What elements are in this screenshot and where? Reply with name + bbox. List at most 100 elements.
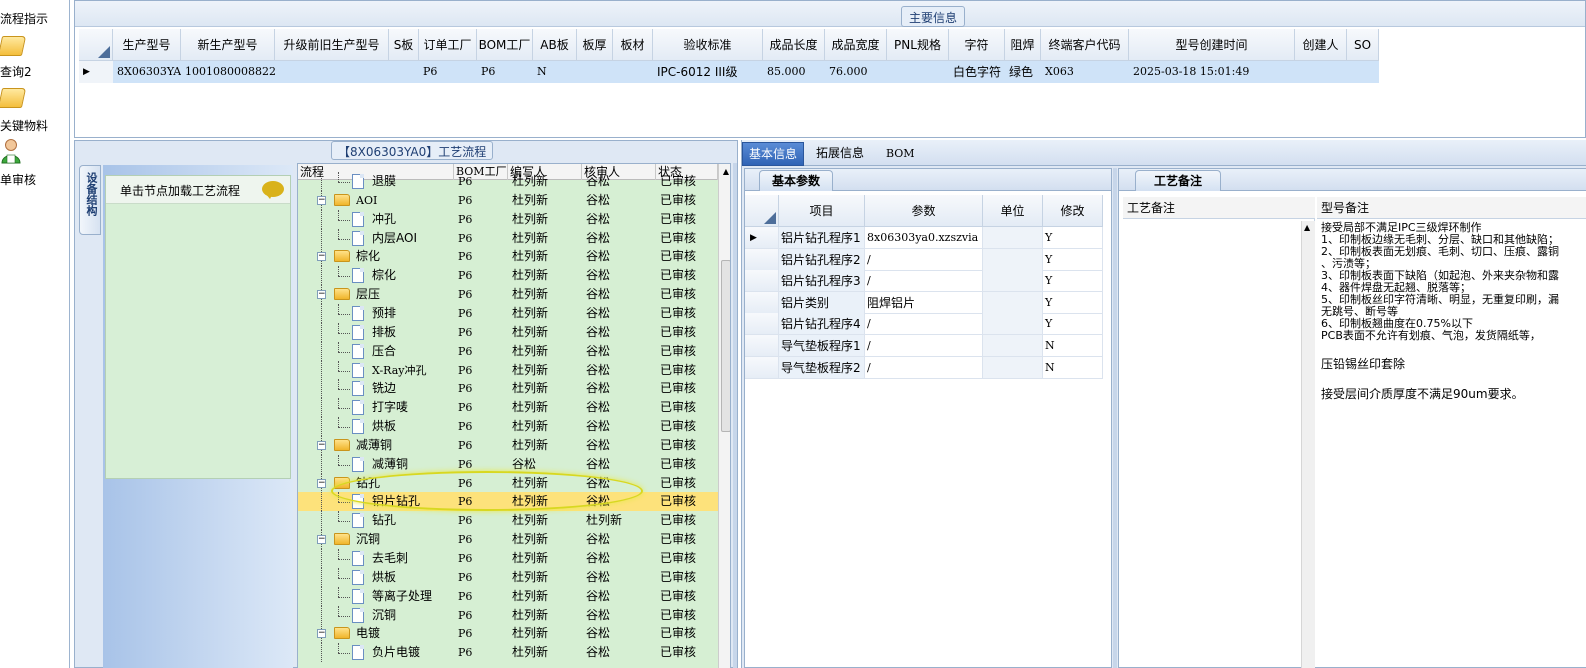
grid-cell[interactable] xyxy=(1295,61,1347,83)
tree-scrollbar[interactable]: ▲ xyxy=(718,164,730,668)
grid-cell[interactable]: 76.000 xyxy=(825,61,887,83)
grid-cell[interactable]: 绿色 xyxy=(1005,61,1041,83)
param-value[interactable]: / xyxy=(865,270,983,293)
param-item[interactable]: 铝片钻孔程序2 xyxy=(779,248,865,271)
tab-bom[interactable]: BOM xyxy=(880,142,921,166)
column-header[interactable]: PNL规格 xyxy=(887,29,949,61)
details-splitter[interactable] xyxy=(1113,168,1117,668)
param-unit[interactable] xyxy=(983,270,1043,293)
column-header[interactable]: 成品宽度 xyxy=(825,29,887,61)
tab-basic-info[interactable]: 基本信息 xyxy=(742,142,805,166)
tree-row[interactable]: 等离子处理 P6 杜列新 谷松 已审核 xyxy=(298,586,718,606)
grid-cell[interactable]: X063 xyxy=(1041,61,1129,83)
tree-row[interactable]: 沉铜 P6 杜列新 谷松 已审核 xyxy=(298,605,718,625)
param-item[interactable]: 铝片类别 xyxy=(779,291,865,314)
tab-extended-info[interactable]: 拓展信息 xyxy=(810,142,870,166)
column-header[interactable]: 终端客户代码 xyxy=(1041,29,1129,61)
tree-row[interactable]: 棕化 P6 杜列新 谷松 已审核 xyxy=(298,266,718,286)
param-item[interactable]: 铝片钻孔程序4 xyxy=(779,313,865,336)
param-unit[interactable] xyxy=(983,291,1043,314)
column-header[interactable]: S板 xyxy=(389,29,419,61)
grid-cell[interactable]: IPC-6012 III级 xyxy=(653,61,763,83)
param-unit[interactable] xyxy=(983,227,1043,249)
column-header[interactable]: 创建人 xyxy=(1295,29,1347,61)
param-row[interactable]: 导气垫板程序2/ N xyxy=(745,356,1111,379)
tree-row[interactable]: 排板 P6 杜列新 谷松 已审核 xyxy=(298,322,718,342)
param-unit[interactable] xyxy=(983,313,1043,336)
scroll-up-icon[interactable]: ▲ xyxy=(721,166,730,178)
column-header[interactable]: 板厚 xyxy=(577,29,613,61)
param-edit[interactable]: Y xyxy=(1043,248,1103,271)
param-value[interactable]: / xyxy=(865,248,983,271)
tree-row[interactable]: − 层压 P6 杜列新 谷松 已审核 xyxy=(298,285,718,305)
column-header[interactable]: 生产型号 xyxy=(113,29,181,61)
param-column-header[interactable]: 单位 xyxy=(983,195,1043,227)
collapse-icon[interactable]: − xyxy=(317,535,326,545)
tree-row[interactable]: 去毛刺 P6 杜列新 谷松 已审核 xyxy=(298,549,718,568)
tree-row[interactable]: − 棕化 P6 杜列新 谷松 已审核 xyxy=(298,247,718,267)
grid-cell[interactable]: 10010800088223 xyxy=(181,61,275,83)
column-header[interactable]: SO xyxy=(1347,29,1379,61)
param-row[interactable]: 导气垫板程序1/ N xyxy=(745,335,1111,357)
param-column-header[interactable]: 参数 xyxy=(865,195,983,227)
param-item[interactable]: 导气垫板程序1 xyxy=(779,335,865,357)
nav-item-flow-guide[interactable]: 流程指示 xyxy=(0,0,69,28)
param-unit[interactable] xyxy=(983,248,1043,271)
tree-row[interactable]: − AOI P6 杜列新 谷松 已审核 xyxy=(298,190,718,210)
column-header[interactable]: 成品长度 xyxy=(763,29,825,61)
column-header[interactable]: 板材 xyxy=(613,29,653,61)
param-row[interactable]: ▶ 铝片钻孔程序1 8x06303ya0.xzszvia Y xyxy=(745,227,1111,249)
tree-row[interactable]: 打字唛 P6 杜列新 谷松 已审核 xyxy=(298,398,718,418)
param-edit[interactable]: Y xyxy=(1043,227,1103,249)
param-value[interactable]: 阻焊铝片 xyxy=(865,291,983,314)
grid-cell[interactable]: N xyxy=(533,61,577,83)
column-header[interactable]: 字符 xyxy=(949,29,1005,61)
param-value[interactable]: / xyxy=(865,335,983,357)
nav-item-order-review[interactable]: 单审核 xyxy=(0,138,69,187)
param-edit[interactable]: Y xyxy=(1043,270,1103,293)
param-value[interactable]: / xyxy=(865,313,983,336)
tab-basic-params[interactable]: 基本参数 xyxy=(759,170,834,191)
notes-scrollbar[interactable]: ▲ xyxy=(1301,221,1315,668)
param-edit[interactable]: Y xyxy=(1043,313,1103,336)
param-edit[interactable]: N xyxy=(1043,335,1103,357)
tab-process-notes[interactable]: 工艺备注 xyxy=(1135,170,1222,191)
grid-cell[interactable]: 2025-03-18 15:01:49 xyxy=(1129,61,1295,83)
param-edit[interactable]: N xyxy=(1043,356,1103,379)
param-unit[interactable] xyxy=(983,356,1043,379)
main-info-grid-row[interactable]: ▶8X06303YA010010800088223P6P6NIPC-6012 I… xyxy=(79,61,1379,83)
param-unit[interactable] xyxy=(983,335,1043,357)
collapse-icon[interactable]: − xyxy=(317,478,326,488)
tree-row[interactable]: 预排 P6 杜列新 谷松 已审核 xyxy=(298,303,718,323)
column-header[interactable]: 升级前旧生产型号 xyxy=(275,29,389,61)
grid-cell[interactable] xyxy=(577,61,613,83)
column-header[interactable]: AB板 xyxy=(533,29,577,61)
grid-cell[interactable]: P6 xyxy=(477,61,533,83)
grid-cell[interactable] xyxy=(275,61,389,83)
scrollbar-thumb[interactable] xyxy=(721,260,730,432)
collapse-icon[interactable]: − xyxy=(317,195,326,205)
nav-item-key-materials[interactable]: 关键物料 xyxy=(0,88,69,133)
collapse-icon[interactable]: − xyxy=(317,629,326,639)
flow-splitter[interactable] xyxy=(733,163,737,668)
grid-cell[interactable] xyxy=(887,61,949,83)
param-edit[interactable]: Y xyxy=(1043,291,1103,314)
tree-row[interactable]: − 电镀 P6 杜列新 谷松 已审核 xyxy=(298,624,718,644)
param-row[interactable]: 铝片钻孔程序2/ Y xyxy=(745,248,1111,271)
tree-row[interactable]: − 沉铜 P6 杜列新 谷松 已审核 xyxy=(298,530,718,550)
param-row[interactable]: 铝片钻孔程序4/ Y xyxy=(745,313,1111,336)
collapse-icon[interactable]: − xyxy=(317,440,326,450)
param-row[interactable]: 铝片钻孔程序3/ Y xyxy=(745,270,1111,293)
tree-row[interactable]: 内层AOI P6 杜列新 谷松 已审核 xyxy=(298,228,718,248)
tree-row[interactable]: 铣边 P6 杜列新 谷松 已审核 xyxy=(298,379,718,399)
grid-cell[interactable] xyxy=(389,61,419,83)
param-item[interactable]: 铝片钻孔程序1 xyxy=(779,227,865,249)
column-header[interactable]: 验收标准 xyxy=(653,29,763,61)
grid-cell[interactable]: 8X06303YA0 xyxy=(113,61,181,83)
column-header[interactable]: 订单工厂 xyxy=(419,29,477,61)
column-header[interactable]: 新生产型号 xyxy=(181,29,275,61)
column-header[interactable]: 阻焊 xyxy=(1005,29,1041,61)
collapse-icon[interactable]: − xyxy=(317,252,326,262)
param-item[interactable]: 导气垫板程序2 xyxy=(779,356,865,379)
grid-cell[interactable]: 85.000 xyxy=(763,61,825,83)
